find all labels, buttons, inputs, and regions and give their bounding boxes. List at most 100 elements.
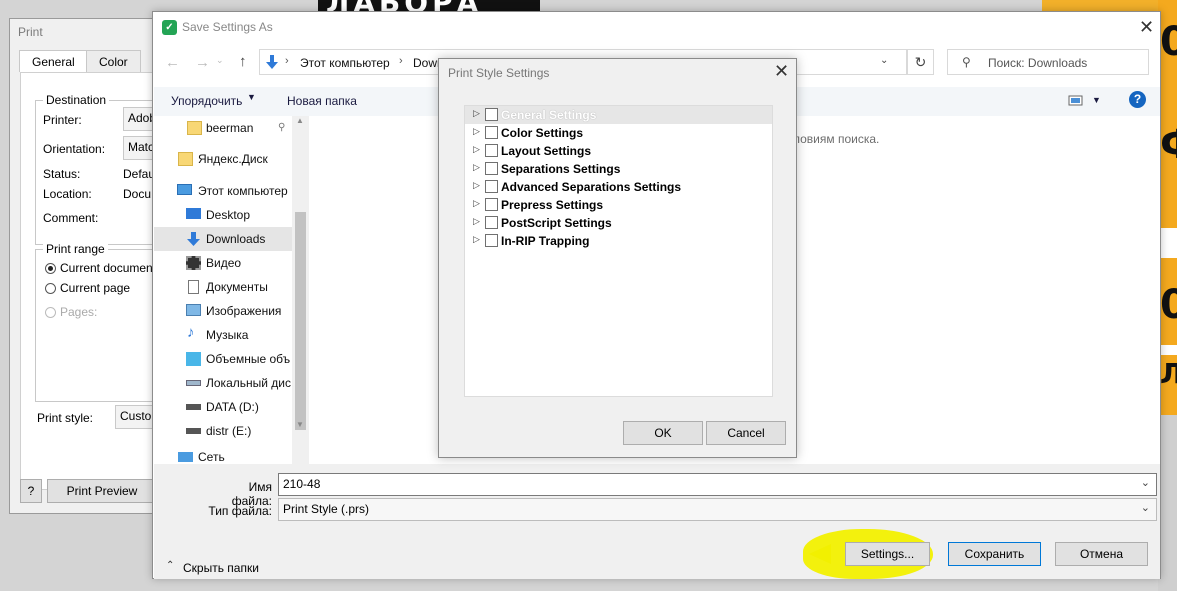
print-dialog: Print General Color Destination Printer:… (9, 18, 175, 514)
breadcrumb-separator-icon: › (285, 55, 289, 67)
expand-arrow-icon[interactable]: ▷ (473, 234, 480, 245)
yellow-highlight-pointer (809, 544, 831, 564)
radio-current-document[interactable] (45, 263, 56, 274)
tree-checkbox[interactable] (485, 144, 498, 157)
nav-item-music[interactable]: ♪ Музыка (154, 323, 293, 347)
tree-item-layout-settings[interactable]: ▷ Layout Settings (465, 142, 772, 160)
computer-icon (177, 184, 192, 195)
radio-current-document-label: Current document (60, 261, 157, 275)
recent-chevron-icon[interactable]: ⌄ (216, 56, 224, 65)
tree-item-general-settings[interactable]: ▷ General Settings (465, 106, 772, 124)
ok-button[interactable]: OK (623, 421, 703, 445)
search-placeholder: Поиск: Downloads (988, 56, 1088, 70)
filetype-select[interactable]: Print Style (.prs) ⌄ (278, 498, 1157, 521)
3d-objects-icon (186, 352, 201, 366)
documents-icon (188, 280, 199, 294)
nav-item-desktop[interactable]: Desktop (154, 203, 293, 227)
tab-general[interactable]: General (19, 50, 88, 72)
tree-item-prepress-settings[interactable]: ▷ Prepress Settings (465, 196, 772, 214)
organize-button[interactable]: Упорядочить (171, 94, 242, 108)
close-icon[interactable]: ✕ (1139, 18, 1154, 36)
desktop-icon (186, 208, 201, 219)
up-arrow-icon[interactable]: ↑ (239, 54, 247, 69)
radio-pages[interactable] (45, 307, 56, 318)
back-arrow-icon[interactable]: ← (165, 55, 180, 70)
nav-scrollbar-thumb[interactable] (295, 212, 306, 430)
settings-tree: ▷ General Settings ▷ Color Settings ▷ La… (464, 105, 773, 397)
nav-item-distr-e[interactable]: distr (E:) (154, 419, 293, 443)
close-icon[interactable]: ✕ (774, 62, 789, 80)
filename-dropdown-icon[interactable]: ⌄ (1141, 476, 1150, 489)
nav-item-video[interactable]: Видео (154, 251, 293, 275)
tree-item-color-settings[interactable]: ▷ Color Settings (465, 124, 772, 142)
expand-arrow-icon[interactable]: ▷ (473, 198, 480, 209)
print-general-panel: Destination Printer: Adob Orientation: M… (20, 72, 175, 490)
music-icon: ♪ (187, 324, 195, 341)
tree-checkbox[interactable] (485, 108, 498, 121)
cancel-button[interactable]: Отмена (1055, 542, 1148, 566)
tree-checkbox[interactable] (485, 216, 498, 229)
filename-input[interactable]: 210-48 ⌄ (278, 473, 1157, 496)
search-input[interactable]: ⚲ Поиск: Downloads (947, 49, 1149, 75)
status-value: Defau (123, 167, 156, 181)
hide-folders-button[interactable]: Скрыть папки (183, 561, 259, 575)
print-style-label: Print style: (37, 411, 94, 425)
tree-checkbox[interactable] (485, 126, 498, 139)
downloads-icon (266, 55, 278, 69)
expand-arrow-icon[interactable]: ▷ (473, 216, 480, 227)
nav-item-this-pc[interactable]: Этот компьютер (154, 179, 293, 203)
view-options-icon[interactable] (1068, 94, 1083, 107)
tree-checkbox[interactable] (485, 162, 498, 175)
tree-item-separations-settings[interactable]: ▷ Separations Settings (465, 160, 772, 178)
breadcrumb-computer[interactable]: Этот компьютер (300, 56, 390, 70)
expand-arrow-icon[interactable]: ▷ (473, 180, 480, 191)
status-label: Status: (43, 167, 81, 181)
tab-color[interactable]: Color (86, 50, 141, 72)
drive-icon (186, 404, 201, 410)
print-preview-button[interactable]: Print Preview (47, 479, 157, 503)
radio-current-page[interactable] (45, 283, 56, 294)
expand-arrow-icon[interactable]: ▷ (473, 144, 480, 155)
nav-item-downloads[interactable]: Downloads (154, 227, 293, 251)
tree-checkbox[interactable] (485, 198, 498, 211)
nav-item-beerman[interactable]: beerman ⚲ (154, 116, 293, 140)
radio-current-page-label: Current page (60, 281, 131, 295)
nav-item-local-disk[interactable]: Локальный дис (154, 371, 293, 395)
forward-arrow-icon[interactable]: → (195, 55, 210, 70)
nav-item-documents[interactable]: Документы (154, 275, 293, 299)
expand-arrow-icon[interactable]: ▷ (473, 108, 480, 119)
scroll-up-icon[interactable]: ▲ (296, 116, 304, 125)
help-button[interactable]: ? (20, 479, 42, 503)
address-dropdown-icon[interactable]: ⌄ (880, 55, 888, 66)
hide-folders-chevron-icon: ⌃ (166, 560, 175, 571)
nav-item-data-d[interactable]: DATA (D:) (154, 395, 293, 419)
tree-item-advanced-separations-settings[interactable]: ▷ Advanced Separations Settings (465, 178, 772, 196)
print-range-title: Print range (43, 242, 108, 256)
help-icon[interactable]: ? (1129, 91, 1146, 108)
tree-checkbox[interactable] (485, 234, 498, 247)
expand-arrow-icon[interactable]: ▷ (473, 126, 480, 137)
video-icon (186, 256, 201, 270)
save-dialog-title: Save Settings As (182, 20, 273, 34)
nav-item-yandex-disk[interactable]: Яндекс.Диск (154, 147, 293, 171)
pss-cancel-button[interactable]: Cancel (706, 421, 786, 445)
filetype-dropdown-icon: ⌄ (1140, 502, 1150, 514)
view-dropdown-icon[interactable]: ▼ (1092, 95, 1101, 105)
tree-item-postscript-settings[interactable]: ▷ PostScript Settings (465, 214, 772, 232)
refresh-icon[interactable]: ↻ (907, 49, 934, 75)
settings-button[interactable]: Settings... (845, 542, 930, 566)
nav-item-network[interactable]: Сеть (154, 450, 293, 464)
empty-folder-message: ловиям поиска. (793, 132, 880, 146)
nav-item-3d-objects[interactable]: Объемные объ (154, 347, 293, 371)
scroll-down-icon[interactable]: ▼ (296, 420, 304, 429)
tree-checkbox[interactable] (485, 180, 498, 193)
nav-item-pictures[interactable]: Изображения (154, 299, 293, 323)
network-icon (178, 452, 193, 462)
new-folder-button[interactable]: Новая папка (287, 94, 357, 108)
expand-arrow-icon[interactable]: ▷ (473, 162, 480, 173)
tree-item-in-rip-trapping[interactable]: ▷ In-RIP Trapping (465, 232, 772, 250)
breadcrumb-separator-icon: › (399, 55, 403, 67)
comment-label: Comment: (43, 211, 99, 225)
save-button[interactable]: Сохранить (948, 542, 1041, 566)
organize-chevron-icon: ▼ (247, 92, 256, 102)
